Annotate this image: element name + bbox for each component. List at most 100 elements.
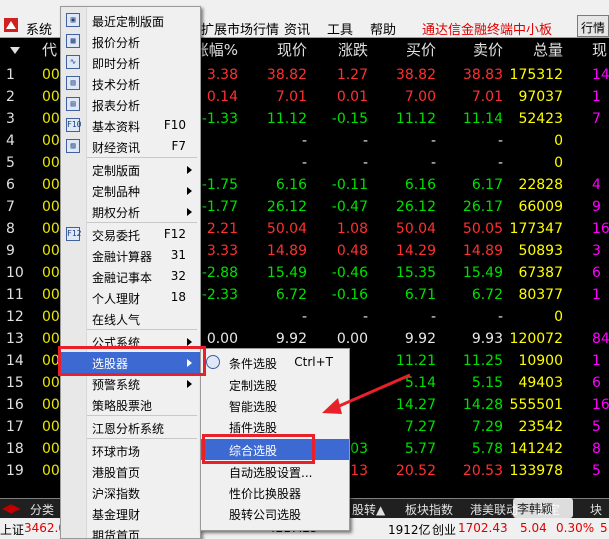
cell-extra: 1 xyxy=(592,353,601,369)
col-header-vol[interactable]: 总量 xyxy=(533,39,563,60)
menu-market[interactable]: 扩展市场行情 xyxy=(201,19,279,38)
menu-item[interactable]: 在线人气 xyxy=(61,308,200,329)
cell-buy: 7.00 xyxy=(404,89,436,105)
cell-extra: 84 xyxy=(592,331,609,347)
col-header-sell[interactable]: 卖价 xyxy=(473,39,503,60)
menu-item[interactable]: 预警系统 xyxy=(61,373,200,394)
cell-sell: 26.17 xyxy=(462,199,503,215)
menu-item[interactable]: 金融计算器 31 xyxy=(61,245,200,266)
watermark: 李韩颖 xyxy=(513,498,573,518)
cell-price: - xyxy=(301,133,307,149)
cell-vol: 0 xyxy=(554,133,563,149)
condition-pick-icon xyxy=(206,355,220,369)
menu-system[interactable]: 系统 xyxy=(26,19,52,38)
row-index: 10 xyxy=(6,265,24,281)
menu-item[interactable]: 基金理财 xyxy=(61,503,200,524)
menu-separator xyxy=(87,157,197,158)
submenu-item[interactable]: 自动选股设置... xyxy=(201,461,349,482)
row-index: 13 xyxy=(6,331,24,347)
sort-arrow-icon[interactable] xyxy=(10,47,20,54)
cell-sell: - xyxy=(497,309,503,325)
menu-item[interactable]: 港股首页 xyxy=(61,461,200,482)
submenu-item[interactable]: 股转公司选股 xyxy=(201,503,349,524)
mid-amount-2: 1912亿 xyxy=(388,523,431,537)
app-logo-icon[interactable] xyxy=(4,18,18,32)
cell-extra: 5 xyxy=(592,463,601,479)
cell-buy: 14.29 xyxy=(395,243,436,259)
tab-other[interactable]: 块 xyxy=(590,501,602,518)
menu-item[interactable]: ▥ 技术分析 xyxy=(61,73,200,94)
cell-buy: - xyxy=(430,155,436,171)
cell-extra: 4 xyxy=(592,177,601,193)
cy-index-more: 5 xyxy=(600,521,608,535)
tab-fenlei[interactable]: 分类 xyxy=(30,501,54,518)
menu-item-label: 最近定制版面 xyxy=(92,15,165,29)
menu-item[interactable]: ▤ 报表分析 xyxy=(61,94,200,115)
cell-sell: 15.49 xyxy=(462,265,503,281)
menu-item[interactable]: 金融记事本 32 xyxy=(61,266,200,287)
menu-item[interactable]: 定制品种 xyxy=(61,180,200,201)
cell-vol: 80377 xyxy=(518,287,563,303)
row-index: 18 xyxy=(6,441,24,457)
menu-info[interactable]: 资讯 xyxy=(284,19,310,38)
menu-item-icon: ▤ xyxy=(66,97,80,111)
menu-item-shortcut: F10 xyxy=(163,118,186,132)
menu-item[interactable]: F10 基本资料 F10 xyxy=(61,115,200,136)
menu-item[interactable]: ∿ 即时分析 xyxy=(61,52,200,73)
col-header-extra[interactable]: 现 xyxy=(592,39,607,60)
menu-item[interactable]: ▣ 最近定制版面 xyxy=(61,10,200,31)
cell-price: - xyxy=(301,309,307,325)
col-header-price[interactable]: 现价 xyxy=(277,39,307,60)
menu-item[interactable]: 定制版面 xyxy=(61,159,200,180)
cell-buy: 11.21 xyxy=(395,353,436,369)
menu-item[interactable]: 江恩分析系统 xyxy=(61,417,200,438)
tab-bankuai[interactable]: 板块指数 xyxy=(405,501,453,518)
cell-chg: -2.33 xyxy=(201,287,238,303)
row-index: 17 xyxy=(6,419,24,435)
tab-gujiao[interactable]: 股转▲ xyxy=(352,501,385,518)
menu-item-label: 个人理财 xyxy=(92,292,141,306)
tab-ganmei[interactable]: 港美联动 xyxy=(470,501,518,518)
menu-item[interactable]: 个人理财 18 xyxy=(61,287,200,308)
menu-item-label: 报表分析 xyxy=(92,99,141,113)
cell-buy: 9.92 xyxy=(404,331,436,347)
cell-diff: 0.01 xyxy=(336,89,368,105)
menu-help[interactable]: 帮助 xyxy=(370,19,396,38)
menu-item-shortcut: 32 xyxy=(170,269,186,283)
cell-buy: 11.12 xyxy=(395,111,436,127)
submenu-item[interactable]: 性价比换股器 xyxy=(201,482,349,503)
row-code: 00 xyxy=(42,221,60,237)
cell-vol: 555501 xyxy=(509,397,563,413)
tab-scroll-arrows[interactable]: ◀▶ xyxy=(2,501,20,515)
submenu-item[interactable]: 定制选股 xyxy=(201,374,349,395)
menu-item[interactable]: 沪深指数 xyxy=(61,482,200,503)
cell-chg: 0.14 xyxy=(206,89,238,105)
menu-item-label: 技术分析 xyxy=(92,78,141,92)
col-header-buy[interactable]: 买价 xyxy=(406,39,436,60)
col-header-code[interactable]: 代 xyxy=(42,39,57,60)
row-index: 12 xyxy=(6,309,24,325)
submenu-item-shortcut: Ctrl+T xyxy=(294,355,333,369)
row-code: 00 xyxy=(42,199,60,215)
submenu-item[interactable]: 条件选股 Ctrl+T xyxy=(201,352,349,373)
menu-item-label: 交易委托 xyxy=(92,229,141,243)
menu-item[interactable]: ▨ 财经资讯 F7 xyxy=(61,136,200,157)
quote-button[interactable]: 行情 xyxy=(577,15,609,37)
menu-item[interactable]: 策略股票池 xyxy=(61,394,200,415)
row-index: 1 xyxy=(6,67,15,83)
row-code: 00 xyxy=(42,309,60,325)
menu-item[interactable]: 期货首页 xyxy=(61,524,200,539)
cell-extra: 5 xyxy=(592,419,601,435)
menu-tools[interactable]: 工具 xyxy=(327,19,353,38)
menu-item[interactable]: 期权分析 xyxy=(61,201,200,222)
menu-item[interactable]: ▦ 报价分析 xyxy=(61,31,200,52)
menu-item-label: 基金理财 xyxy=(92,508,141,522)
cell-buy: - xyxy=(430,133,436,149)
cell-diff: 1.08 xyxy=(336,221,368,237)
menu-item[interactable]: 环球市场 xyxy=(61,440,200,461)
submenu-item[interactable]: 智能选股 xyxy=(201,395,349,416)
menu-item[interactable]: F12 交易委托 F12 xyxy=(61,224,200,245)
cell-sell: 5.78 xyxy=(471,441,503,457)
col-header-diff[interactable]: 涨跌 xyxy=(338,39,368,60)
menu-item-label: 港股首页 xyxy=(92,466,141,480)
